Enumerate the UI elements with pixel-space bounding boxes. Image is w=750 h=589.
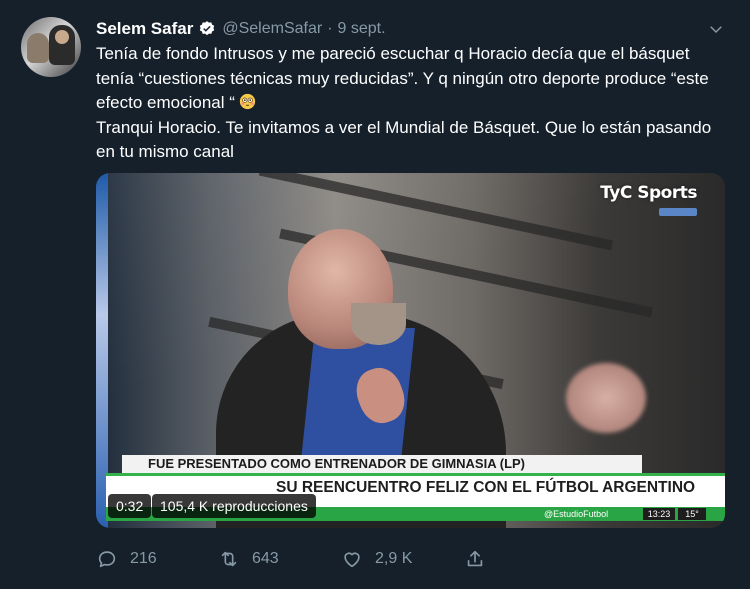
- tweet-actions: 216 643 2,9 K: [96, 545, 496, 573]
- video-duration: 0:32: [108, 494, 152, 518]
- ticker-clock: 13:23: [643, 508, 675, 520]
- tweet-text-paragraph-1: Tenía de fondo Intrusos y me pareció esc…: [96, 44, 709, 112]
- chevron-down-icon[interactable]: [707, 20, 725, 38]
- tweet-date[interactable]: 9 sept.: [338, 20, 386, 38]
- tweet-text: Tenía de fondo Intrusos y me pareció esc…: [96, 42, 716, 165]
- ticker-temperature: 15°: [678, 508, 706, 520]
- like-count: 2,9 K: [375, 550, 413, 567]
- tweet-text-paragraph-2: Tranqui Horacio. Te invitamos a ver el M…: [96, 117, 712, 162]
- header-separator: ·: [327, 20, 333, 37]
- channel-logo-bar: [659, 208, 697, 216]
- presenter-hand: [566, 363, 646, 433]
- share-icon: [467, 550, 483, 567]
- reply-button[interactable]: 216: [96, 545, 157, 573]
- avatar-person-left: [27, 33, 49, 63]
- retweet-count: 643: [252, 550, 279, 567]
- tweet-card[interactable]: Selem Safar @SelemSafar · 9 sept. Tenía …: [0, 0, 750, 589]
- avatar-person-right: [49, 25, 75, 65]
- lower-third-top: FUE PRESENTADO COMO ENTRENADOR DE GIMNAS…: [122, 455, 642, 473]
- share-button[interactable]: [464, 545, 486, 573]
- channel-logo-text: TyC Sports: [600, 183, 697, 203]
- retweet-icon: [221, 551, 237, 567]
- lower-third-headline: SU REENCUENTRO FELIZ CON EL FÚTBOL ARGEN…: [276, 479, 696, 496]
- tweet-header: Selem Safar @SelemSafar · 9 sept.: [96, 18, 386, 40]
- reply-icon: [98, 551, 116, 568]
- reply-count: 216: [130, 550, 157, 567]
- ticker-social-handle: @EstudioFutbol: [544, 509, 609, 519]
- video-views: 105,4 K reproducciones: [152, 494, 316, 518]
- like-button[interactable]: 2,9 K: [341, 545, 412, 573]
- presenter-beard: [351, 303, 406, 345]
- heart-icon: [344, 552, 360, 568]
- user-avatar[interactable]: [21, 17, 81, 77]
- user-handle[interactable]: @SelemSafar: [222, 20, 322, 38]
- flushed-face-emoji-icon: [239, 93, 256, 110]
- video-player[interactable]: TyC Sports FUE PRESENTADO COMO ENTRENADO…: [96, 173, 725, 528]
- user-name[interactable]: Selem Safar: [96, 19, 193, 39]
- verified-badge-icon: [200, 21, 215, 36]
- retweet-button[interactable]: 643: [218, 545, 279, 573]
- channel-logo: TyC Sports: [600, 183, 697, 221]
